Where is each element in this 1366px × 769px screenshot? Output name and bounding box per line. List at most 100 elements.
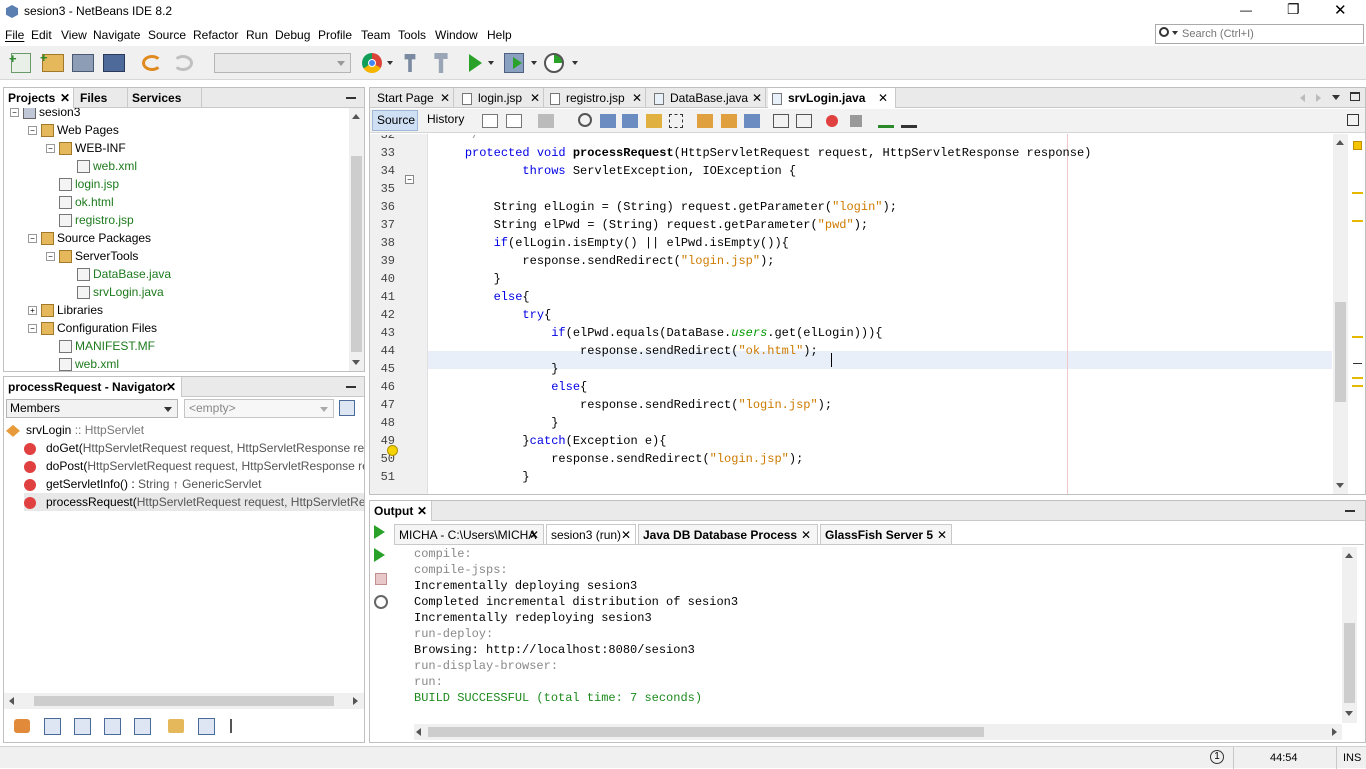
- profile-icon[interactable]: [544, 53, 564, 73]
- output-settings-icon[interactable]: [374, 595, 388, 609]
- start-macro-icon[interactable]: [826, 115, 838, 127]
- minimize-panel-icon[interactable]: [346, 386, 356, 388]
- close-tab-icon[interactable]: ✕: [60, 88, 70, 108]
- inherited-members-icon[interactable]: [14, 719, 30, 733]
- save-all-icon[interactable]: [103, 54, 125, 72]
- scroll-thumb[interactable]: [34, 696, 334, 706]
- code-line[interactable]: 44 response.sendRedirect("ok.html");: [370, 342, 1334, 360]
- output-hscrollbar[interactable]: [414, 724, 1342, 740]
- code-line[interactable]: 51 }: [370, 468, 1334, 486]
- sort-by-name-icon[interactable]: [198, 718, 215, 735]
- tree-item[interactable]: srvLogin.java: [64, 283, 164, 301]
- code-line[interactable]: 45 }: [370, 360, 1334, 378]
- close-tab-icon[interactable]: ✕: [166, 377, 176, 397]
- comment-icon[interactable]: [878, 114, 894, 128]
- tab-database-java[interactable]: DataBase.java ✕: [650, 88, 766, 108]
- minimize-panel-icon[interactable]: [346, 97, 356, 99]
- code-line[interactable]: 50 response.sendRedirect("login.jsp");: [370, 450, 1334, 468]
- tab-srvlogin-java[interactable]: srvLogin.java ✕: [768, 88, 896, 108]
- rerun-with-args-icon[interactable]: [374, 548, 385, 562]
- stop-macro-icon[interactable]: [850, 115, 862, 127]
- show-static-icon[interactable]: [74, 718, 91, 735]
- scroll-left-icon[interactable]: [9, 697, 14, 705]
- tree-item[interactable]: login.jsp: [46, 175, 119, 193]
- tree-item[interactable]: − ServerTools: [46, 247, 138, 265]
- debug-icon[interactable]: [504, 53, 524, 73]
- previous-bookmark-icon[interactable]: [697, 114, 713, 128]
- rerun-icon[interactable]: [374, 525, 385, 539]
- toggle-highlight-icon[interactable]: [646, 114, 662, 128]
- menu-window[interactable]: Window: [435, 28, 478, 42]
- maximize-button[interactable]: ❐: [1287, 1, 1300, 18]
- output-vscrollbar[interactable]: [1342, 547, 1357, 723]
- debug-dropdown-icon[interactable]: [531, 61, 537, 65]
- output-tab-javadb[interactable]: Java DB Database Process ✕: [638, 524, 818, 544]
- run-icon[interactable]: [469, 54, 482, 72]
- output-console[interactable]: compile: compile-jsps: Incrementally deplo…: [414, 546, 1334, 726]
- output-tab-micha[interactable]: MICHA - C:\Users\MICHA ✕: [394, 524, 544, 544]
- toggle-rect-select-icon[interactable]: [669, 114, 683, 128]
- code-area[interactable]: 32 */33 protected void processRequest(Ht…: [370, 135, 1334, 493]
- output-tab-sesion3-run[interactable]: sesion3 (run) ✕: [546, 524, 636, 544]
- back-icon[interactable]: [506, 114, 522, 128]
- scroll-thumb[interactable]: [1344, 623, 1355, 703]
- tree-item[interactable]: MANIFEST.MF: [46, 337, 155, 355]
- tab-list-dropdown-icon[interactable]: [1332, 95, 1340, 100]
- navigator-hscrollbar[interactable]: [4, 693, 364, 709]
- expand-toggle-icon[interactable]: −: [28, 234, 37, 244]
- tree-scrollbar[interactable]: [349, 108, 364, 371]
- search-box[interactable]: [1155, 24, 1364, 44]
- tree-item[interactable]: web.xml: [64, 157, 137, 175]
- tree-item[interactable]: DataBase.java: [64, 265, 171, 283]
- menu-run[interactable]: Run: [246, 28, 268, 42]
- code-line[interactable]: 40 }: [370, 270, 1334, 288]
- expand-toggle-icon[interactable]: −: [28, 126, 37, 136]
- run-dropdown-icon[interactable]: [488, 61, 494, 65]
- navigator-root[interactable]: srvLogin :: HttpServlet: [6, 421, 144, 439]
- scroll-right-icon[interactable]: [1332, 728, 1337, 736]
- editor-vscrollbar[interactable]: [1333, 134, 1348, 494]
- code-line[interactable]: 36 String elLogin = (String) request.get…: [370, 198, 1334, 216]
- expand-toggle-icon[interactable]: −: [46, 252, 55, 262]
- menu-tools[interactable]: Tools: [398, 28, 426, 42]
- tree-item[interactable]: − WEB-INF: [46, 139, 126, 157]
- tab-start-page[interactable]: Start Page ✕: [370, 88, 454, 108]
- browser-dropdown-icon[interactable]: [387, 61, 393, 65]
- shift-right-icon[interactable]: [796, 114, 812, 128]
- show-fields-icon[interactable]: [44, 718, 61, 735]
- navigator-settings-icon[interactable]: [339, 400, 355, 416]
- show-non-public-icon[interactable]: [134, 718, 151, 735]
- source-view-button[interactable]: Source: [372, 110, 418, 131]
- scroll-tabs-left-icon[interactable]: [1300, 94, 1305, 102]
- expand-toggle-icon[interactable]: +: [28, 306, 37, 316]
- uncomment-icon[interactable]: [901, 114, 917, 128]
- menu-navigate[interactable]: Navigate: [93, 28, 140, 42]
- menu-help[interactable]: Help: [487, 28, 512, 42]
- scroll-tabs-right-icon[interactable]: [1316, 94, 1321, 102]
- tree-item[interactable]: − Web Pages: [28, 121, 119, 139]
- sort-by-source-icon[interactable]: [230, 719, 246, 733]
- profile-dropdown-icon[interactable]: [572, 61, 578, 65]
- close-window-button[interactable]: ✕: [1334, 1, 1347, 19]
- members-select[interactable]: Members: [6, 399, 178, 418]
- tab-services[interactable]: Services: [128, 88, 202, 108]
- last-edit-icon[interactable]: [482, 114, 498, 128]
- menu-view[interactable]: View: [61, 28, 87, 42]
- tree-item[interactable]: web.xml: [46, 355, 119, 371]
- expand-toggle-icon[interactable]: −: [28, 324, 37, 334]
- find-previous-icon[interactable]: [578, 113, 592, 127]
- scroll-thumb[interactable]: [1335, 302, 1346, 402]
- output-tab-glassfish[interactable]: GlassFish Server 5 ✕: [820, 524, 952, 544]
- code-line[interactable]: 38 if(elLogin.isEmpty() || elPwd.isEmpty…: [370, 234, 1334, 252]
- code-line[interactable]: 37 String elPwd = (String) request.getPa…: [370, 216, 1334, 234]
- maximize-editor-icon[interactable]: [1350, 92, 1360, 101]
- clean-build-icon[interactable]: [434, 53, 448, 73]
- tree-item[interactable]: registro.jsp: [46, 211, 134, 229]
- search-input[interactable]: [1182, 26, 1360, 42]
- code-line[interactable]: 42 try{: [370, 306, 1334, 324]
- tree-item[interactable]: ok.html: [46, 193, 114, 211]
- stop-icon[interactable]: [375, 573, 387, 585]
- navigator-filter[interactable]: <empty>: [184, 399, 334, 418]
- minimize-button[interactable]: —: [1240, 3, 1252, 17]
- navigator-item-processrequest[interactable]: processRequest(HttpServletRequest reques…: [24, 493, 364, 511]
